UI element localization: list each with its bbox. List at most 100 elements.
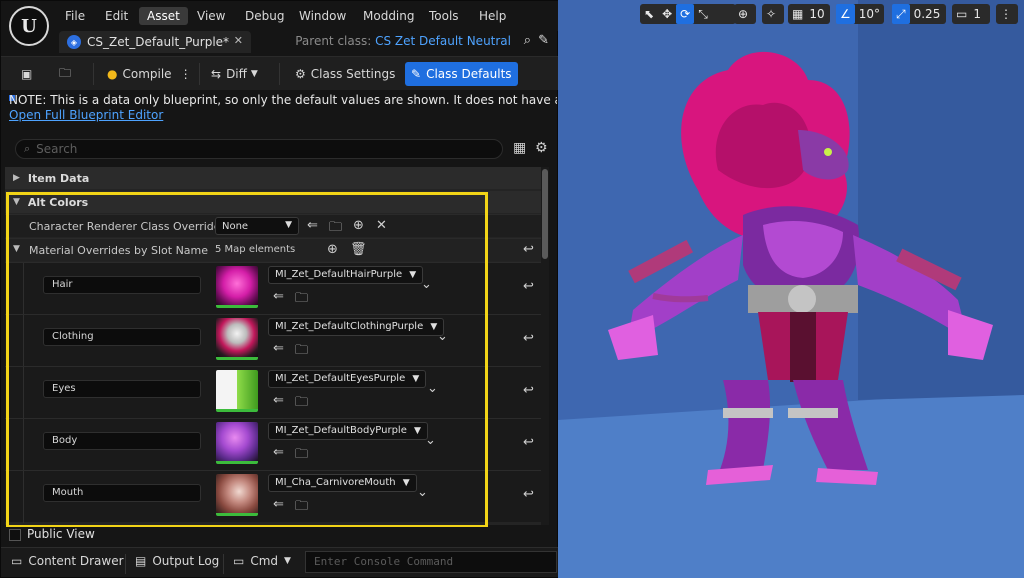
rotation-snap-control[interactable]: ∠ 10° bbox=[836, 4, 884, 24]
chevron-down-icon: ▼ bbox=[284, 556, 291, 566]
scale-snap-control[interactable]: ⤢ 0.25 bbox=[892, 4, 946, 24]
document-tab-row: ◈ CS_Zet_Default_Purple* ✕ Parent class:… bbox=[59, 31, 557, 53]
category-label: Item Data bbox=[27, 171, 90, 185]
select-mode-icon[interactable]: ⬉ bbox=[640, 4, 658, 24]
category-item-data[interactable]: ▶ Item Data bbox=[5, 167, 545, 189]
cmd-label: Cmd bbox=[250, 554, 279, 568]
reset-to-default-icon[interactable]: ↩ bbox=[523, 487, 534, 502]
class-settings-label: Class Settings bbox=[310, 67, 396, 81]
bar-divider bbox=[125, 554, 126, 574]
output-log-button[interactable]: ▤ Output Log bbox=[135, 554, 219, 568]
search-icon[interactable]: ⌕ bbox=[524, 33, 531, 48]
public-view-toggle[interactable]: Public View bbox=[1, 527, 557, 543]
menu-file[interactable]: File bbox=[57, 7, 93, 25]
parent-class-label: Parent class: bbox=[295, 34, 372, 48]
reset-to-default-icon[interactable]: ↩ bbox=[523, 435, 534, 450]
parent-class-info: Parent class: CS Zet Default Neutral bbox=[295, 34, 511, 48]
diff-button[interactable]: ⇆ Diff ▼ bbox=[205, 62, 264, 86]
reset-to-default-icon[interactable]: ↩ bbox=[523, 242, 534, 257]
search-placeholder: Search bbox=[36, 142, 78, 156]
compile-options-icon[interactable]: ⋮ bbox=[180, 67, 192, 81]
translate-mode-icon[interactable]: ✥ bbox=[658, 4, 676, 24]
reset-to-default-icon[interactable]: ↩ bbox=[523, 279, 534, 294]
angle-icon: ∠ bbox=[836, 4, 855, 24]
document-tab[interactable]: ◈ CS_Zet_Default_Purple* ✕ bbox=[59, 31, 251, 53]
grid-snap-value: 10 bbox=[809, 7, 825, 21]
output-log-icon: ▤ bbox=[135, 554, 147, 568]
blueprint-toolbar: ▣ 🗀 ● Compile ⋮ ⇆ Diff ▼ ⚙ Class Settings ✎ Cl… bbox=[1, 56, 559, 90]
edit-pencil-icon: ✎ bbox=[411, 67, 422, 81]
compile-button[interactable]: ● Compile ⋮ bbox=[101, 62, 198, 86]
more-options-icon: ⋮ bbox=[1000, 7, 1012, 21]
scale-arrow-icon: ⤢ bbox=[892, 4, 910, 24]
parent-class-link[interactable]: CS Zet Default Neutral bbox=[375, 34, 511, 48]
compile-status-icon: ● bbox=[107, 67, 118, 81]
menu-view[interactable]: View bbox=[189, 7, 233, 25]
reset-to-default-icon[interactable]: ↩ bbox=[523, 331, 534, 346]
table-view-icon[interactable]: ▦ bbox=[513, 140, 526, 156]
menu-modding[interactable]: Modding bbox=[355, 7, 423, 25]
diff-icon: ⇆ bbox=[211, 67, 222, 81]
toolbar-divider bbox=[199, 63, 200, 85]
notice-text: NOTE: This is a data only blueprint, so … bbox=[9, 93, 557, 107]
tab-title: CS_Zet_Default_Purple* bbox=[87, 35, 230, 49]
toolbar-divider bbox=[93, 63, 94, 85]
surface-snap-icon: ✧ bbox=[766, 7, 777, 21]
blueprint-icon: ◈ bbox=[67, 35, 81, 49]
console-command-input[interactable]: Enter Console Command bbox=[305, 551, 557, 573]
scale-snap-value: 0.25 bbox=[913, 7, 941, 21]
scrollbar-thumb[interactable] bbox=[542, 169, 548, 259]
content-drawer-label: Content Drawer bbox=[28, 554, 124, 568]
checkbox[interactable] bbox=[9, 529, 21, 541]
open-full-blueprint-editor-link[interactable]: Open Full Blueprint Editor bbox=[9, 108, 557, 122]
3d-viewport[interactable]: ⬉ ✥ ⟳ ⤡ ⊕ ✧ ▦ 10 ∠ 10° ⤢ 0.25 ▭ 1 ⋮ bbox=[558, 0, 1024, 578]
content-drawer-icon: ▭ bbox=[11, 554, 23, 568]
grid-snap-control[interactable]: ▦ 10 bbox=[788, 4, 830, 24]
rotate-mode-icon[interactable]: ⟳ bbox=[676, 4, 695, 24]
toolbar-divider bbox=[279, 63, 280, 85]
world-local-toggle[interactable]: ⊕ bbox=[734, 4, 756, 24]
camera-speed-control[interactable]: ▭ 1 bbox=[952, 4, 990, 24]
edit-pencil-icon[interactable]: ✎ bbox=[538, 33, 549, 48]
menu-tools[interactable]: Tools bbox=[421, 7, 467, 25]
gear-icon: ⚙ bbox=[295, 67, 306, 81]
menu-window[interactable]: Window bbox=[291, 7, 354, 25]
rotation-snap-value: 10° bbox=[858, 7, 881, 21]
public-view-label: Public View bbox=[27, 527, 95, 541]
class-defaults-button[interactable]: ✎ Class Defaults bbox=[405, 62, 518, 86]
chevron-down-icon: ▼ bbox=[250, 69, 258, 79]
data-only-notice: NOTE: This is a data only blueprint, so … bbox=[9, 93, 557, 131]
camera-icon: ▭ bbox=[956, 7, 968, 21]
menu-edit[interactable]: Edit bbox=[97, 7, 136, 25]
surface-snap-toggle[interactable]: ✧ bbox=[762, 4, 784, 24]
diff-label: Diff bbox=[226, 67, 247, 81]
details-search-input[interactable]: ⌕ Search bbox=[15, 139, 503, 159]
close-icon[interactable]: ✕ bbox=[234, 34, 243, 47]
menu-asset[interactable]: Asset bbox=[139, 7, 188, 25]
details-scrollbar[interactable] bbox=[541, 167, 549, 525]
scale-mode-icon[interactable]: ⤡ bbox=[694, 4, 712, 24]
viewport-scene bbox=[558, 0, 1024, 578]
menu-help[interactable]: Help bbox=[471, 7, 514, 25]
grid-icon: ▦ bbox=[792, 7, 804, 21]
class-defaults-label: Class Defaults bbox=[426, 67, 512, 81]
cmd-button[interactable]: ▭ Cmd ▼ bbox=[233, 554, 291, 568]
save-icon[interactable]: ▣ bbox=[15, 62, 38, 86]
content-drawer-button[interactable]: ▭ Content Drawer bbox=[11, 554, 124, 568]
browse-asset-icon[interactable]: 🗀 bbox=[53, 62, 77, 86]
globe-icon: ⊕ bbox=[738, 7, 749, 21]
viewport-options-button[interactable]: ⋮ bbox=[996, 4, 1018, 24]
bottom-status-bar: ▭ Content Drawer ▤ Output Log ▭ Cmd ▼ Enter … bbox=[1, 547, 559, 577]
reset-to-default-icon[interactable]: ↩ bbox=[523, 383, 534, 398]
class-settings-button[interactable]: ⚙ Class Settings bbox=[289, 62, 401, 86]
gear-icon[interactable]: ⚙ bbox=[535, 140, 548, 156]
unreal-logo-icon[interactable]: U bbox=[9, 6, 49, 46]
transform-tool-group: ⬉ ✥ ⟳ ⤡ bbox=[640, 4, 736, 24]
compile-label: Compile bbox=[122, 67, 172, 81]
menu-debug[interactable]: Debug bbox=[237, 7, 292, 25]
search-icon: ⌕ bbox=[24, 142, 31, 155]
wall-plane bbox=[858, 0, 1024, 400]
floor-plane bbox=[558, 390, 1024, 578]
output-log-label: Output Log bbox=[152, 554, 220, 568]
terminal-icon: ▭ bbox=[233, 554, 245, 568]
